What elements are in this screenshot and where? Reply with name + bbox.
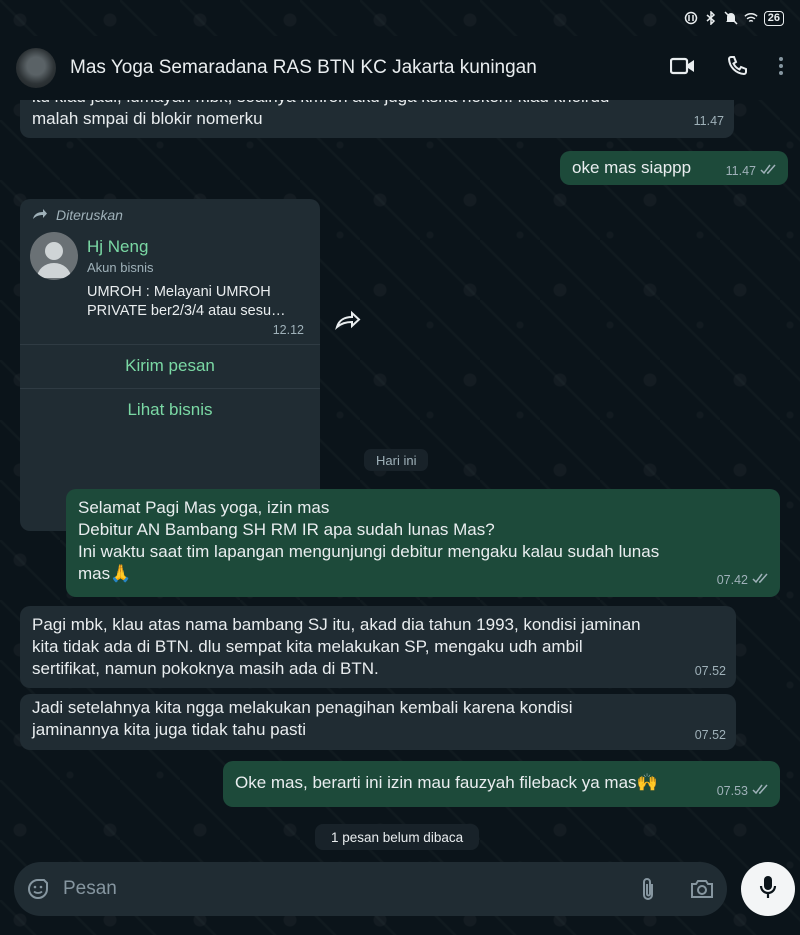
business-name[interactable]: Hj Neng — [87, 237, 148, 257]
forwarded-icon — [32, 207, 48, 223]
message-time: 11.47 — [725, 164, 756, 178]
message-time: 07.52 — [694, 728, 726, 742]
message-list[interactable]: itu klau jadi, lumayan mbk, soalnya kmre… — [0, 100, 800, 855]
status-bar: 26 — [0, 0, 800, 36]
message-time: 07.53 — [716, 784, 748, 798]
more-vert-icon[interactable] — [778, 56, 784, 81]
contact-avatar[interactable] — [16, 48, 56, 88]
forwarded-label: Diteruskan — [32, 207, 123, 223]
view-business-button[interactable]: Lihat bisnis — [20, 388, 320, 431]
wifi-icon — [744, 11, 758, 25]
message-time: 07.42 — [716, 573, 748, 587]
attach-icon[interactable] — [638, 877, 658, 908]
unread-messages-banner: 1 pesan belum dibaca — [315, 824, 480, 850]
message-time: 11.47 — [693, 114, 724, 128]
read-ticks-icon — [752, 569, 770, 591]
message-text: Jadi setelahnya kita ngga melakukan pena… — [32, 698, 573, 739]
video-call-icon[interactable] — [669, 56, 696, 81]
message-text: Oke mas, berarti ini izin mau fauzyah fi… — [235, 773, 658, 792]
message-text: Selamat Pagi Mas yoga, izin mas Debitur … — [78, 498, 660, 583]
message-text: itu klau jadi, lumayan mbk, soalnya kmre… — [32, 100, 609, 128]
mic-button[interactable] — [741, 862, 795, 916]
chat-header: Mas Yoga Semaradana RAS BTN KC Jakarta k… — [0, 36, 800, 100]
message-text: Pagi mbk, klau atas nama bambang SJ itu,… — [32, 615, 641, 678]
read-ticks-icon — [752, 780, 770, 802]
bluetooth-icon — [704, 11, 718, 25]
day-separator: Hari ini — [364, 449, 429, 471]
battery-indicator: 26 — [763, 10, 784, 26]
message-bubble-incoming[interactable]: Jadi setelahnya kita ngga melakukan pena… — [20, 694, 736, 750]
camera-icon[interactable] — [689, 877, 715, 906]
message-composer[interactable]: Pesan — [14, 862, 727, 916]
forwarded-business-card[interactable]: Diteruskan Hj Neng Akun bisnis UMROH : M… — [20, 199, 320, 531]
forward-button[interactable] — [332, 304, 364, 336]
message-bubble-outgoing[interactable]: Selamat Pagi Mas yoga, izin mas Debitur … — [66, 489, 780, 597]
message-time: 12.12 — [272, 323, 304, 337]
send-message-button[interactable]: Kirim pesan — [20, 344, 320, 387]
mute-icon — [724, 11, 738, 25]
contact-name[interactable]: Mas Yoga Semaradana RAS BTN KC Jakarta k… — [70, 57, 537, 79]
sticker-icon[interactable] — [26, 877, 50, 906]
business-description: UMROH : Melayani UMROH PRIVATE ber2/3/4 … — [87, 284, 286, 319]
message-bubble-outgoing[interactable]: Oke mas, berarti ini izin mau fauzyah fi… — [223, 761, 780, 807]
phone-icon[interactable] — [726, 55, 748, 82]
mic-icon — [758, 874, 778, 905]
nfc-icon — [684, 11, 698, 25]
message-bubble-outgoing[interactable]: oke mas siappp 11.47 — [560, 151, 788, 185]
business-avatar[interactable] — [30, 232, 78, 280]
business-subtitle: Akun bisnis — [87, 260, 154, 275]
message-bubble-incoming[interactable]: itu klau jadi, lumayan mbk, soalnya kmre… — [20, 100, 734, 138]
message-bubble-incoming[interactable]: Pagi mbk, klau atas nama bambang SJ itu,… — [20, 606, 736, 688]
message-time: 07.52 — [694, 664, 726, 678]
message-input[interactable]: Pesan — [63, 862, 117, 916]
read-ticks-icon — [760, 160, 778, 182]
